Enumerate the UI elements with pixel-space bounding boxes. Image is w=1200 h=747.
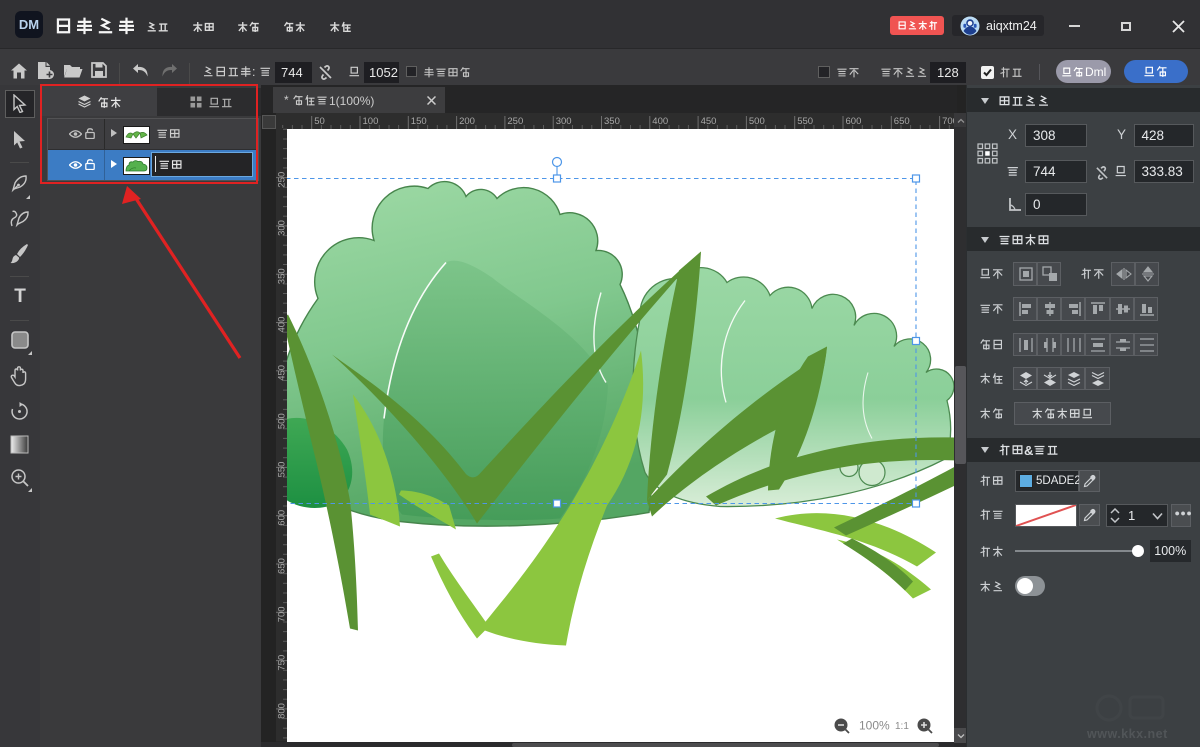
svg-text:700: 700: [942, 116, 954, 127]
svg-text:100%: 100%: [859, 719, 890, 733]
svg-text:650: 650: [894, 116, 910, 127]
svg-text:100: 100: [363, 116, 379, 127]
svg-text:500: 500: [277, 413, 288, 429]
svg-text:550: 550: [277, 462, 288, 478]
svg-text:150: 150: [411, 116, 427, 127]
svg-text:400: 400: [652, 116, 668, 127]
svg-text:300: 300: [277, 220, 288, 236]
svg-text:1:1: 1:1: [895, 721, 909, 732]
svg-text:450: 450: [277, 365, 288, 381]
svg-text:50: 50: [314, 116, 325, 127]
svg-text:500: 500: [749, 116, 765, 127]
svg-text:550: 550: [797, 116, 813, 127]
svg-text:800: 800: [277, 703, 288, 719]
svg-text:450: 450: [701, 116, 717, 127]
svg-text:750: 750: [277, 655, 288, 671]
svg-text:200: 200: [459, 116, 475, 127]
svg-text:250: 250: [507, 116, 523, 127]
svg-text:400: 400: [277, 317, 288, 333]
svg-text:350: 350: [604, 116, 620, 127]
svg-text:650: 650: [277, 558, 288, 574]
svg-text:600: 600: [846, 116, 862, 127]
svg-text:350: 350: [277, 268, 288, 284]
svg-text:600: 600: [277, 510, 288, 526]
svg-text:250: 250: [277, 172, 288, 188]
svg-text:700: 700: [277, 606, 288, 622]
svg-text:300: 300: [556, 116, 572, 127]
